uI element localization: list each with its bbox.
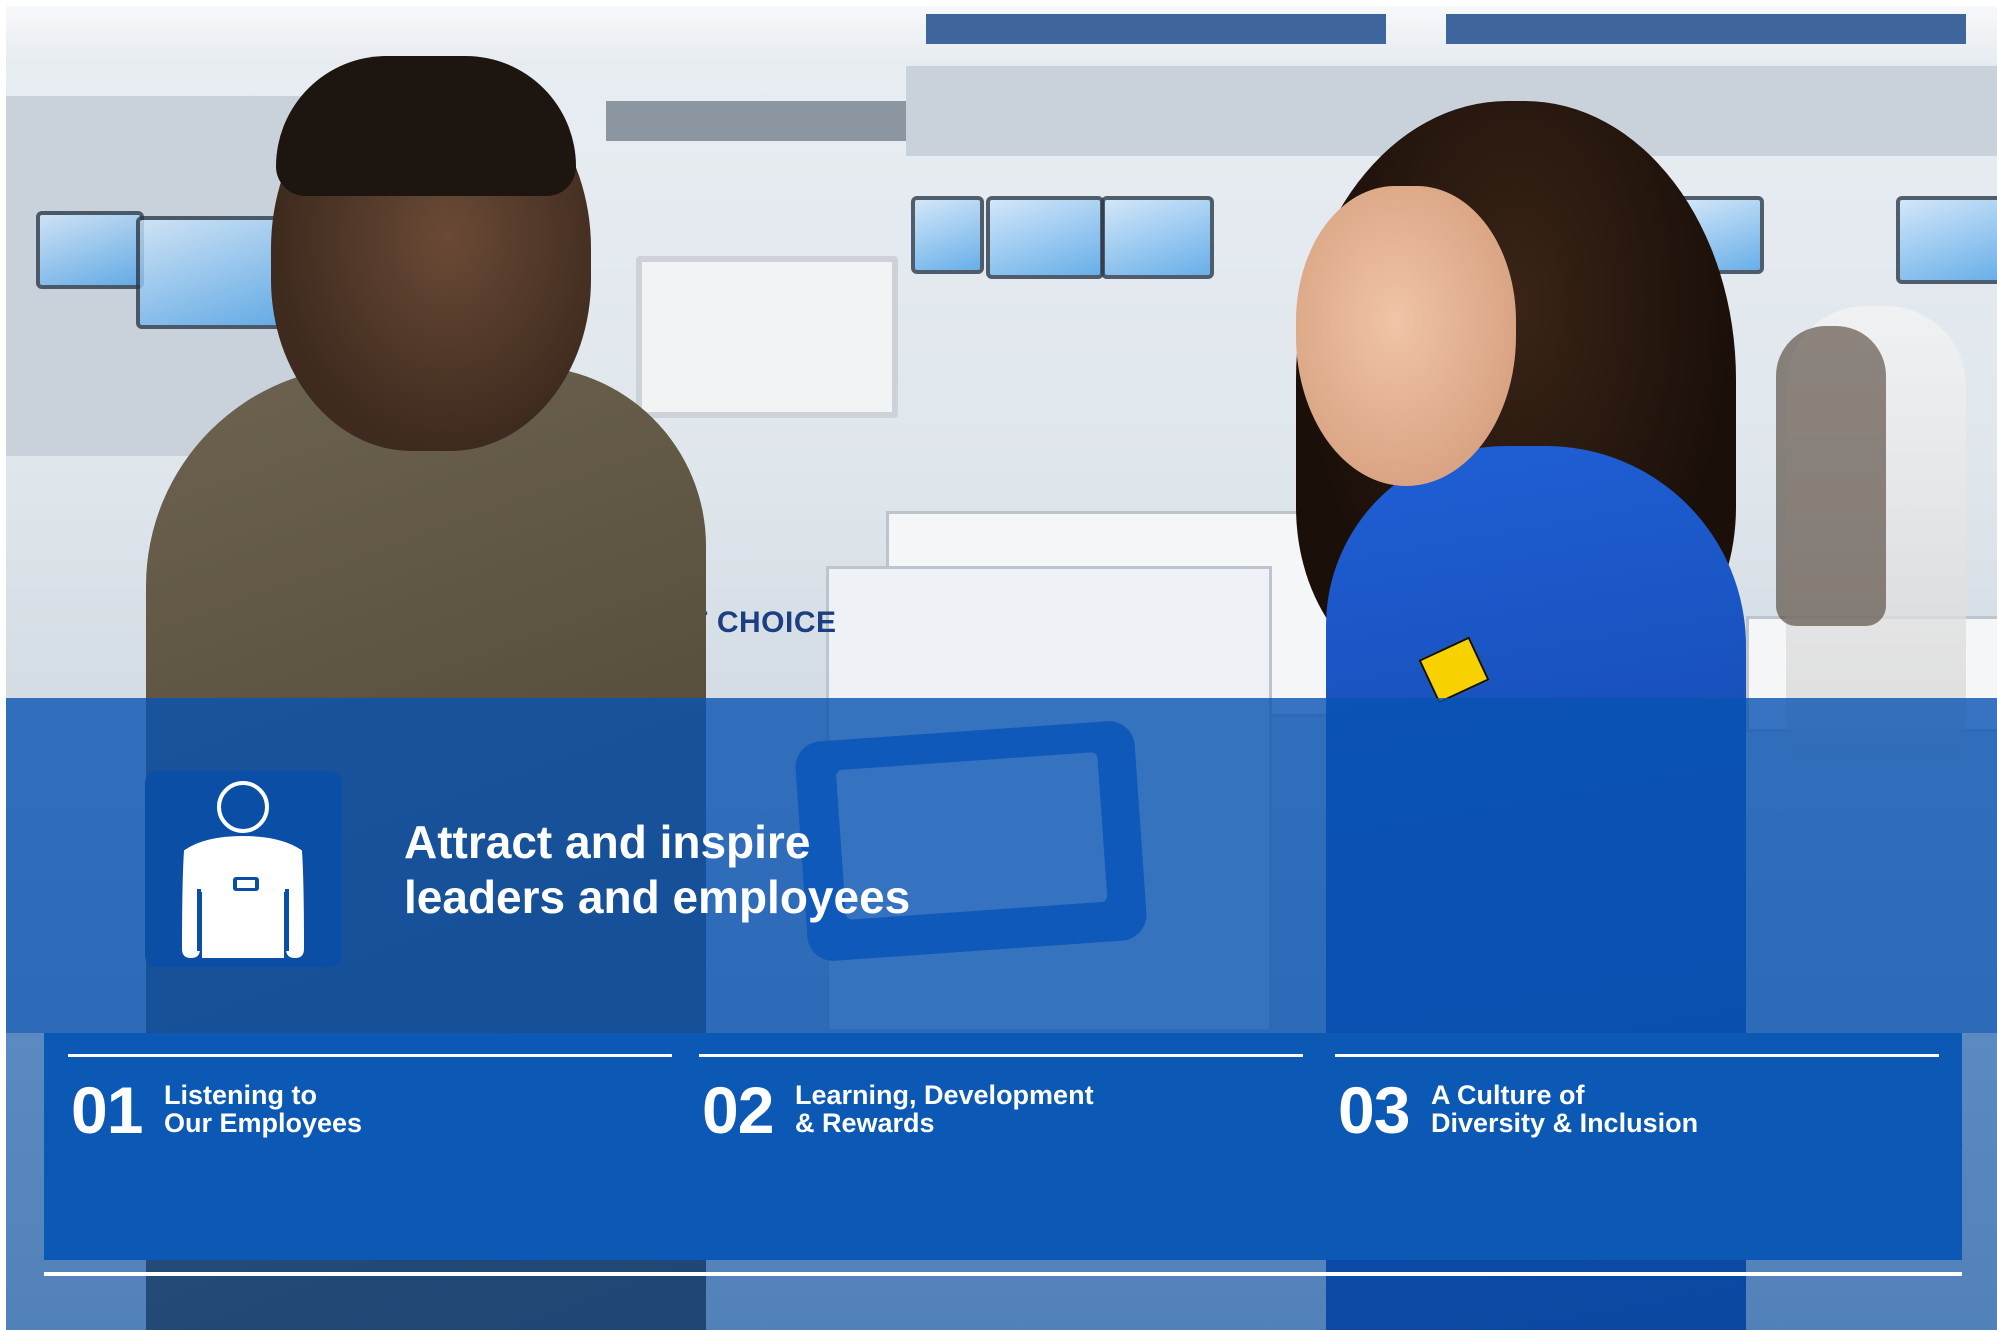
- tv-display: [1101, 196, 1214, 279]
- section-rule: [68, 1054, 672, 1057]
- tv-display: [36, 211, 144, 289]
- employee-icon: [181, 781, 305, 959]
- section-rule: [1335, 1054, 1939, 1057]
- tv-display: [986, 196, 1104, 279]
- section-rule: [699, 1054, 1303, 1057]
- tv-display: [1896, 196, 1997, 284]
- store-ceiling-sign: [1446, 14, 1966, 44]
- section-title: A Culture of Diversity & Inclusion: [1431, 1081, 1698, 1137]
- section-number: 01: [71, 1073, 143, 1147]
- store-ceiling-sign: [926, 14, 1386, 44]
- section-02-link[interactable]: 02 Learning, Development & Rewards: [699, 1054, 1303, 1154]
- section-03-link[interactable]: 03 A Culture of Diversity & Inclusion: [1335, 1054, 1939, 1154]
- section-title-line-1: A Culture of: [1431, 1080, 1585, 1110]
- section-01-link[interactable]: 01 Listening to Our Employees: [68, 1054, 672, 1154]
- customer-hair: [276, 56, 576, 196]
- page-heading: Attract and inspire leaders and employee…: [404, 815, 1104, 925]
- employee-face: [1296, 186, 1516, 486]
- section-number: 02: [702, 1073, 774, 1147]
- section-title-line-2: Our Employees: [164, 1108, 363, 1138]
- store-shelf: [606, 101, 926, 141]
- section-title-line-1: Learning, Development: [795, 1080, 1094, 1110]
- section-title-line-1: Listening to: [164, 1080, 317, 1110]
- section-number: 03: [1338, 1073, 1410, 1147]
- heading-line-1: Attract and inspire: [404, 816, 811, 868]
- section-title: Learning, Development & Rewards: [795, 1081, 1094, 1137]
- tv-display: [911, 196, 984, 274]
- bottom-divider: [44, 1272, 1962, 1276]
- section-title-line-2: & Rewards: [795, 1108, 935, 1138]
- employee-icon-tile: [145, 771, 342, 967]
- heading-line-2: leaders and employees: [404, 871, 911, 923]
- background-shopper: [1776, 326, 1886, 626]
- section-title-line-2: Diversity & Inclusion: [1431, 1108, 1699, 1138]
- camera-display-panel: [636, 256, 898, 418]
- section-title: Listening to Our Employees: [164, 1081, 362, 1137]
